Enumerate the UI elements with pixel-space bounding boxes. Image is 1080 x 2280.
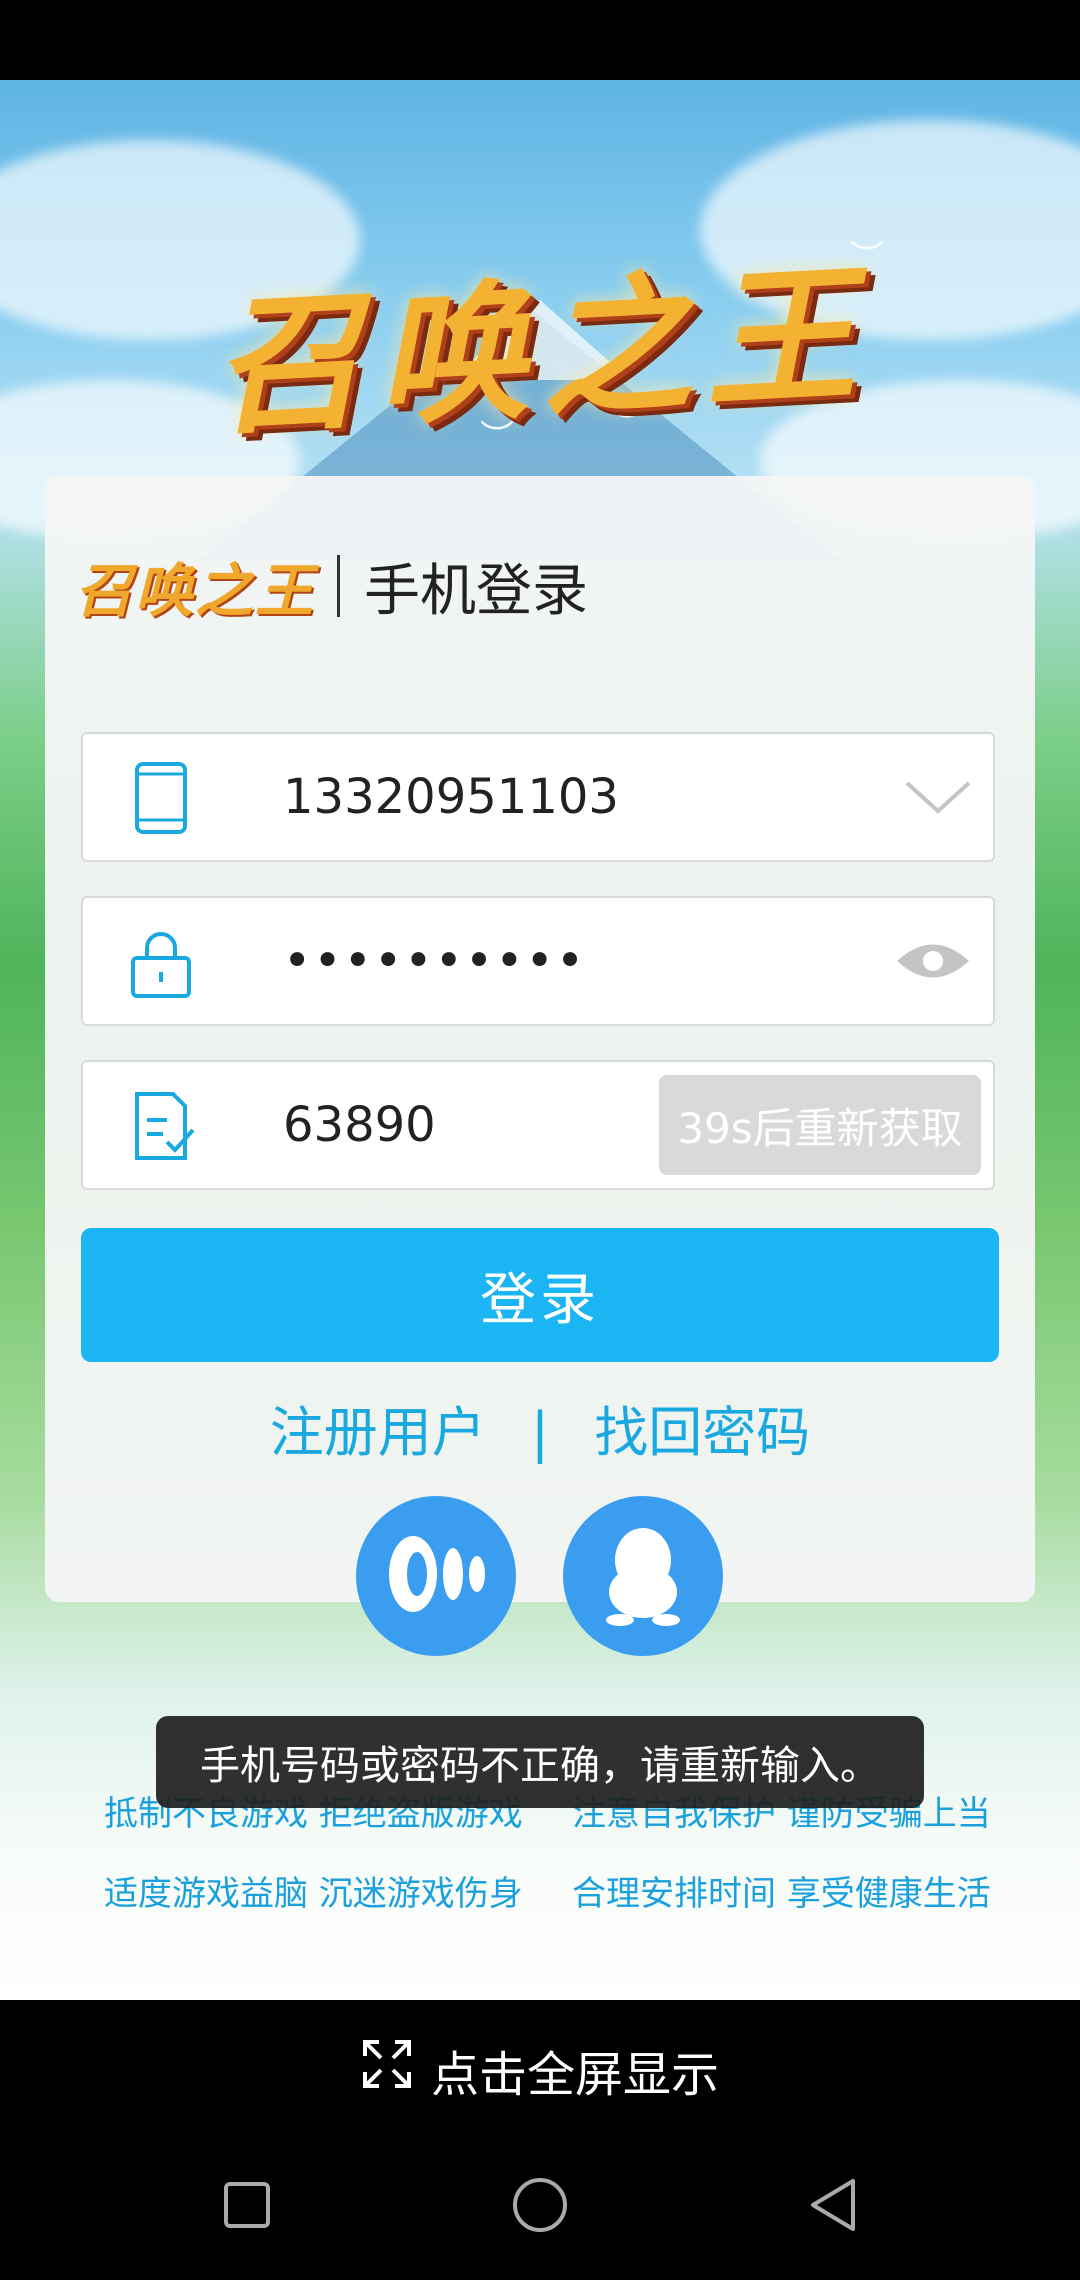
fullscreen-label: 点击全屏显示 [430,2047,719,2103]
speaker-app-icon [381,1529,491,1623]
resend-area: 39s后重新获取 [659,1062,981,1188]
advice-text: 适度游戏益脑 沉迷游戏伤身 [104,1874,523,1914]
lock-icon [123,924,199,1000]
phone-field[interactable]: 13320951103 [81,732,995,862]
speaker-app-login-button[interactable] [356,1496,516,1656]
advice-text: 合理安排时间 享受健康生活 [572,1874,991,1914]
verify-code-icon [123,1088,199,1164]
verification-code-field[interactable]: 63890 39s后重新获取 [81,1060,995,1190]
status-bar [0,0,1080,80]
account-dropdown-icon[interactable] [903,734,973,860]
show-password-eye-icon[interactable] [893,898,973,1024]
recent-apps-button[interactable] [212,2170,282,2240]
password-input[interactable]: •••••••••• [283,898,586,1024]
phone-icon [123,760,199,836]
login-panel: 召唤之王 手机登录 13320951103 •••••••••• 63890 3… [45,476,1035,1656]
password-field[interactable]: •••••••••• [81,896,995,1026]
back-button[interactable] [798,2170,868,2240]
resend-code-button[interactable]: 39s后重新获取 [659,1075,981,1175]
phone-input[interactable]: 13320951103 [283,734,619,860]
error-toast: 手机号码或密码不正确，请重新输入。 [156,1716,924,1808]
link-separator: | [530,1401,550,1464]
panel-header: 召唤之王 手机登录 [75,536,588,636]
fullscreen-button[interactable]: 点击全屏显示 [0,2030,1080,2110]
home-button[interactable] [505,2170,575,2240]
login-button[interactable]: 登录 [81,1228,999,1362]
qq-penguin-icon [598,1522,688,1630]
game-webview: ︶ ︶ ︶ ︶ 召唤之王 召唤之王 手机登录 13320951103 •••••… [0,80,1080,2000]
register-link[interactable]: 注册用户 [270,1388,486,1467]
qq-login-button[interactable] [563,1496,723,1656]
header-divider [337,555,341,617]
panel-title: 手机登录 [364,558,589,624]
bottom-bar: 点击全屏显示 [0,2000,1080,2280]
recover-password-link[interactable]: 找回密码 [594,1388,810,1467]
code-input[interactable]: 63890 [283,1062,436,1188]
account-links: 注册用户 | 找回密码 [45,1388,1035,1467]
panel-logo: 召唤之王 [75,557,316,625]
expand-icon [361,2038,431,2102]
